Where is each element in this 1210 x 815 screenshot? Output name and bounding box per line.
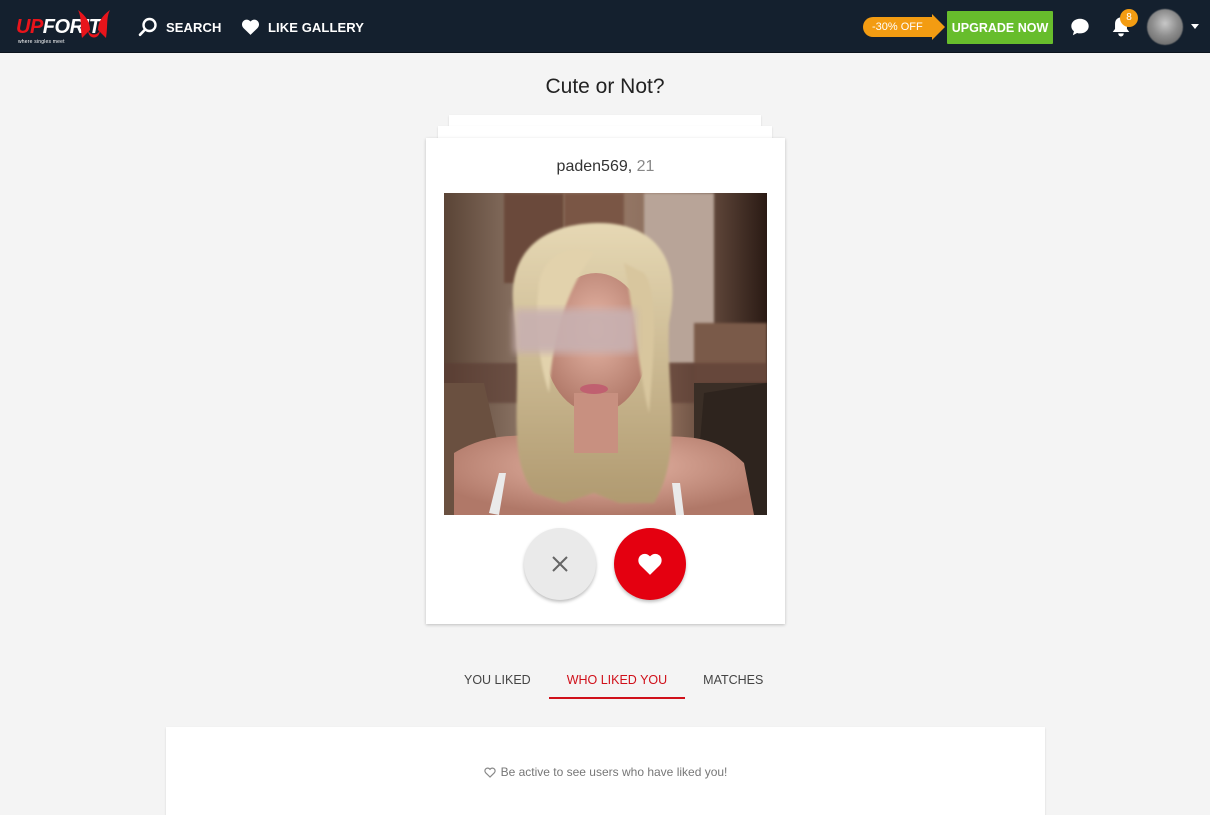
profile-age: 21 bbox=[636, 158, 655, 175]
tab-you-liked[interactable]: YOU LIKED bbox=[446, 660, 549, 699]
like-button[interactable] bbox=[614, 528, 686, 600]
tab-who-liked-you[interactable]: WHO LIKED YOU bbox=[548, 660, 686, 699]
profile-photo-image bbox=[444, 193, 767, 515]
nav-like-gallery-label: LIKE GALLERY bbox=[268, 19, 365, 35]
chevron-down-icon[interactable] bbox=[1191, 24, 1199, 29]
page-title: Cute or Not? bbox=[545, 75, 665, 98]
heart-icon bbox=[241, 19, 260, 35]
user-avatar[interactable] bbox=[1147, 9, 1183, 45]
site-logo[interactable]: UPFORIT where singles meet bbox=[16, 10, 112, 48]
nav-like-gallery[interactable]: LIKE GALLERY bbox=[241, 16, 364, 38]
discount-label: -30% OFF bbox=[863, 17, 933, 37]
logo-tagline: where singles meet bbox=[18, 39, 65, 45]
chat-bubble-icon[interactable] bbox=[1069, 16, 1091, 38]
empty-state-message: Be active to see users who have liked yo… bbox=[166, 765, 1045, 779]
discount-badge[interactable]: -30% OFF bbox=[863, 14, 945, 40]
profile-card: paden569, 21 bbox=[426, 138, 785, 624]
notification-count-badge: 8 bbox=[1120, 9, 1138, 27]
profile-username: paden569, bbox=[556, 158, 633, 175]
devil-horns-icon bbox=[78, 10, 110, 38]
top-navigation-bar: UPFORIT where singles meet SEARCH LIKE G… bbox=[0, 0, 1210, 53]
likes-panel: Be active to see users who have liked yo… bbox=[166, 727, 1045, 815]
nav-search-label: SEARCH bbox=[166, 19, 222, 35]
close-icon bbox=[552, 556, 568, 572]
search-icon bbox=[138, 17, 157, 37]
profile-name[interactable]: paden569, 21 bbox=[426, 158, 785, 176]
dislike-button[interactable] bbox=[524, 528, 596, 600]
discount-arrow-icon bbox=[931, 14, 945, 40]
empty-state-text: Be active to see users who have liked yo… bbox=[500, 765, 728, 779]
profile-photo[interactable] bbox=[444, 193, 767, 515]
heart-outline-icon bbox=[483, 767, 496, 778]
heart-icon bbox=[638, 553, 662, 575]
likes-tabs: YOU LIKED WHO LIKED YOU MATCHES bbox=[446, 660, 781, 700]
tab-matches[interactable]: MATCHES bbox=[685, 660, 781, 699]
nav-search[interactable]: SEARCH bbox=[138, 16, 222, 38]
upgrade-now-button[interactable]: UPGRADE NOW bbox=[947, 11, 1053, 44]
